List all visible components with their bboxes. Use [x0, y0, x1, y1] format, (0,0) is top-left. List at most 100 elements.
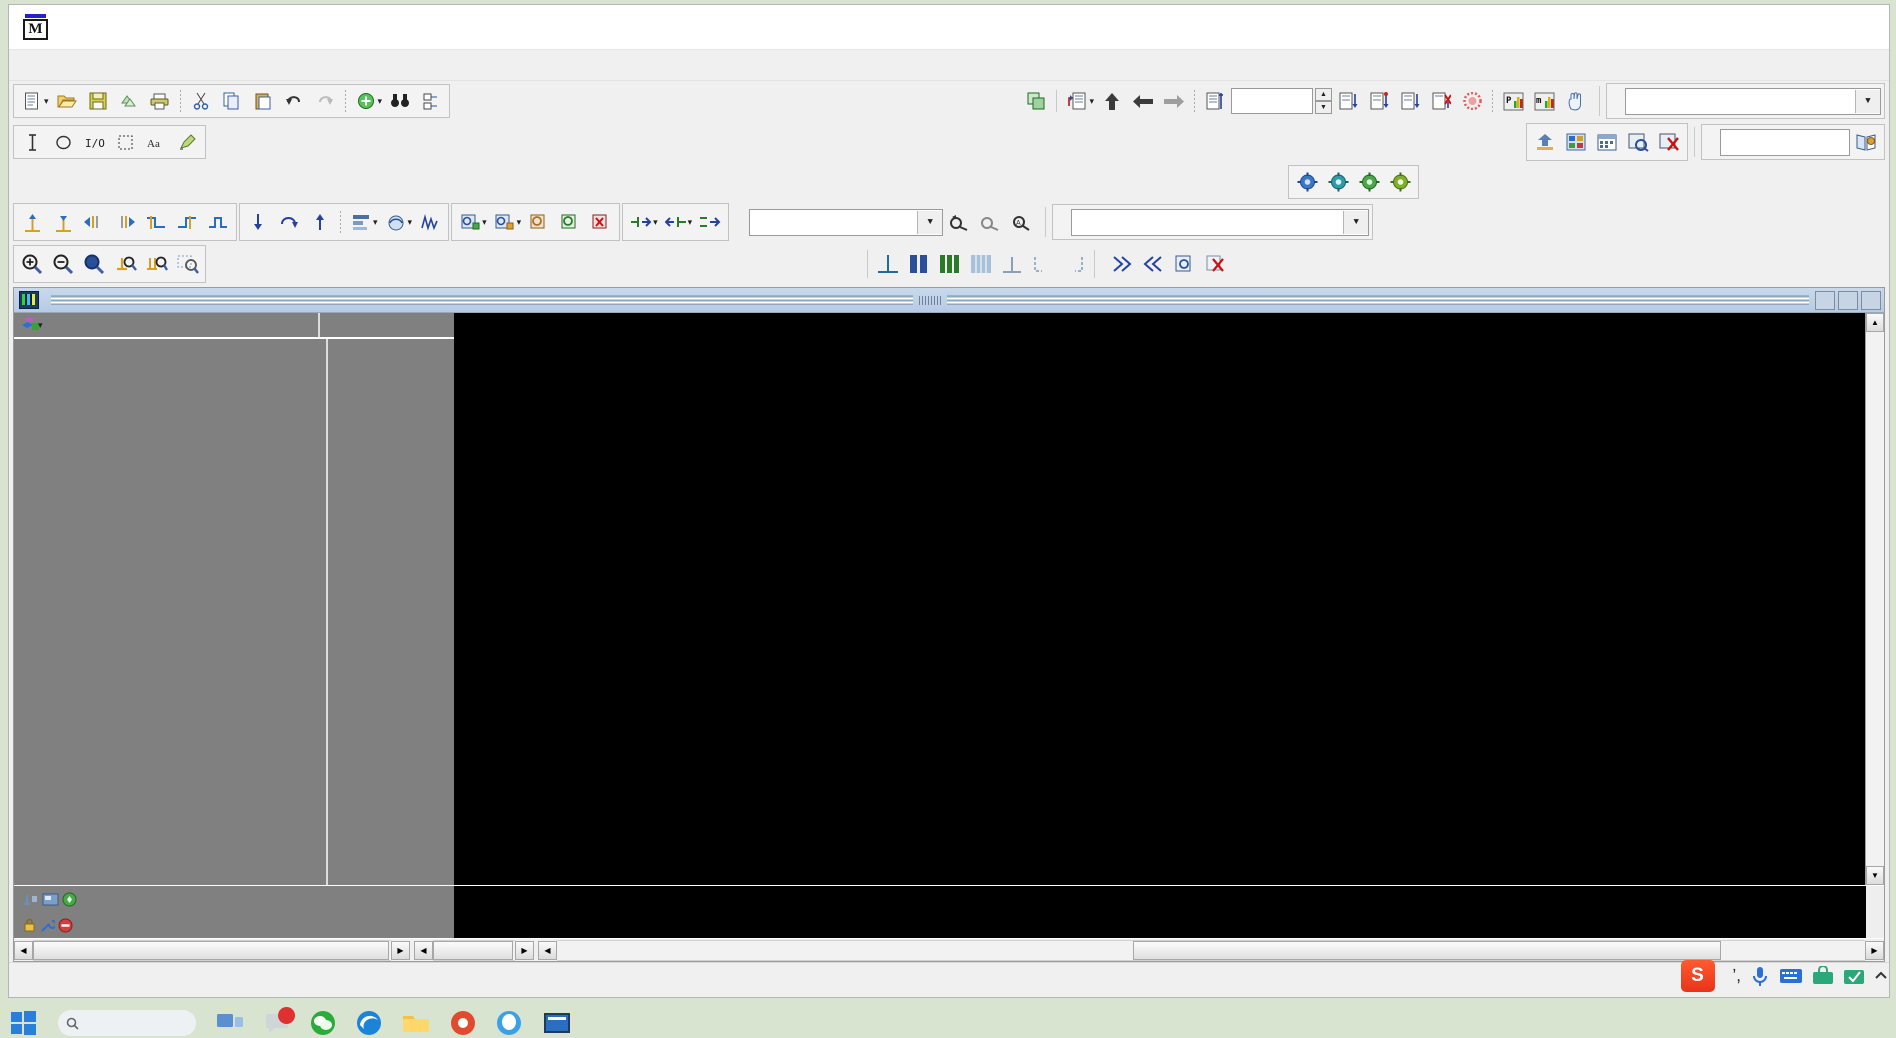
view-grid-dense-icon[interactable]: [966, 250, 996, 278]
names-scroll-left-icon[interactable]: ◀: [14, 940, 33, 960]
run-length-icon[interactable]: [1200, 87, 1230, 115]
time-ruler[interactable]: [454, 886, 1866, 938]
maximize-button[interactable]: [1785, 5, 1837, 49]
wechat-icon[interactable]: [310, 1010, 336, 1036]
run-length-up[interactable]: ▲: [1315, 88, 1332, 101]
save-icon[interactable]: [83, 87, 113, 115]
step-back-icon[interactable]: [1128, 87, 1158, 115]
bookmark-clear-icon[interactable]: [586, 208, 616, 236]
add-wave-icon[interactable]: [351, 87, 381, 115]
wave-scroll-right-icon[interactable]: ▶: [1865, 940, 1884, 960]
redo-icon[interactable]: [310, 87, 340, 115]
find-rising-edge-icon[interactable]: [172, 208, 202, 236]
find-next-transition-icon[interactable]: [110, 208, 140, 236]
find-any-edge-icon[interactable]: [203, 208, 233, 236]
find-binoculars-icon[interactable]: [385, 87, 415, 115]
paste-icon[interactable]: [248, 87, 278, 115]
layout-combo[interactable]: ▼: [1625, 87, 1881, 115]
collapse-cycle-icon[interactable]: [274, 208, 304, 236]
search-combo[interactable]: ▼: [749, 208, 944, 236]
pan-hand-icon[interactable]: [1560, 87, 1590, 115]
search-options-icon[interactable]: A: [1006, 208, 1036, 236]
edge-browser-icon[interactable]: [356, 1010, 382, 1036]
task-view-icon[interactable]: [216, 1011, 244, 1035]
view-two-pane-icon[interactable]: [904, 250, 934, 278]
run-length-down[interactable]: ▼: [1315, 101, 1332, 114]
expand-up-icon[interactable]: [305, 208, 335, 236]
view-single-pane-icon[interactable]: [873, 250, 903, 278]
columnlayout-combo[interactable]: ▼: [1071, 208, 1370, 236]
dataflow-expand-icon[interactable]: [1530, 128, 1560, 156]
compare-prev-diff-icon[interactable]: [1107, 250, 1137, 278]
qq-icon[interactable]: [496, 1010, 522, 1036]
help-book-icon[interactable]: [1851, 128, 1881, 156]
run-icon[interactable]: [1062, 87, 1092, 115]
columnlayout-chevron-down-icon[interactable]: ▼: [1343, 210, 1369, 234]
insert-io-icon[interactable]: I/O: [79, 128, 109, 156]
step-into-icon[interactable]: [1395, 87, 1425, 115]
cursor1-row[interactable]: [14, 912, 454, 938]
names-hscroll-track[interactable]: [33, 939, 391, 961]
wave-scroll-left-icon[interactable]: ◀: [538, 940, 557, 960]
wave-analog-icon[interactable]: [415, 208, 445, 236]
combine-signals-icon[interactable]: [695, 208, 725, 236]
values-scroll-left-icon[interactable]: ◀: [414, 940, 433, 960]
values-hscroll-track[interactable]: [433, 939, 515, 961]
bookmark-zoom-icon[interactable]: [524, 208, 554, 236]
expand-all-icon[interactable]: [243, 208, 273, 236]
signal-view-dropdown-icon[interactable]: ▾: [38, 320, 43, 331]
view-grid-right-icon[interactable]: [1059, 250, 1089, 278]
taskbar-search[interactable]: [58, 1010, 196, 1036]
zoom-in-icon[interactable]: [17, 250, 47, 278]
gear-blue-icon[interactable]: [1292, 168, 1322, 196]
copy-icon[interactable]: [217, 87, 247, 115]
values-scroll-right-icon[interactable]: ▶: [515, 940, 534, 960]
continue-run-icon[interactable]: [1097, 87, 1127, 115]
names-hscrollbar[interactable]: ◀ ▶: [14, 939, 410, 961]
toolbox-icon[interactable]: [1812, 966, 1834, 986]
zoom-range-icon[interactable]: [141, 250, 171, 278]
microphone-icon[interactable]: [1750, 965, 1770, 987]
sogou-ime-icon[interactable]: S: [1680, 960, 1715, 992]
wave-close-button[interactable]: [1861, 290, 1881, 310]
bookmark-goto-icon[interactable]: [490, 208, 520, 236]
gear-olive-icon[interactable]: [1385, 168, 1415, 196]
wave-hscroll-track[interactable]: [557, 939, 1865, 961]
menu-compile[interactable]: [85, 62, 107, 68]
view-grid-left-icon[interactable]: [1028, 250, 1058, 278]
find-falling-edge-icon[interactable]: [141, 208, 171, 236]
camera-app-icon[interactable]: [450, 1010, 476, 1036]
gear-teal-icon[interactable]: [1323, 168, 1353, 196]
print-icon[interactable]: [145, 87, 175, 115]
zoom-cursor-icon[interactable]: [110, 250, 140, 278]
undo-icon[interactable]: [279, 87, 309, 115]
values-hscroll-thumb[interactable]: [433, 940, 513, 960]
tray-chevron-up-icon[interactable]: [1874, 969, 1888, 983]
view-grid-sparse-icon[interactable]: [997, 250, 1027, 278]
titlebar-grip[interactable]: [919, 295, 941, 305]
run-all-icon[interactable]: [1333, 87, 1363, 115]
wave-hscroll-thumb[interactable]: [1132, 940, 1722, 960]
wave-restore-button[interactable]: [1838, 290, 1858, 310]
menu-add[interactable]: [129, 62, 151, 68]
cut-icon[interactable]: [186, 87, 216, 115]
dataflow-grid-icon[interactable]: [1561, 128, 1591, 156]
wave-radix-icon[interactable]: [381, 208, 411, 236]
help-search-input[interactable]: [1720, 128, 1850, 156]
scroll-up-arrow-icon[interactable]: ▲: [1866, 313, 1884, 332]
compile-all-icon[interactable]: [114, 87, 144, 115]
view-three-pane-icon[interactable]: [935, 250, 965, 278]
menu-bookmarks[interactable]: [217, 62, 239, 68]
wave-format-icon[interactable]: [346, 208, 376, 236]
insert-text-icon[interactable]: Aa: [141, 128, 171, 156]
menu-layout[interactable]: [195, 62, 217, 68]
menu-wave[interactable]: [151, 62, 173, 68]
windows-start-icon[interactable]: [10, 1010, 38, 1036]
insert-cursor2-icon[interactable]: [17, 208, 47, 236]
find-prev-transition-icon[interactable]: [79, 208, 109, 236]
keyboard-icon[interactable]: [1779, 966, 1803, 986]
menu-edit[interactable]: [41, 62, 63, 68]
step-forward-icon[interactable]: [1159, 87, 1189, 115]
hierarchy-icon[interactable]: [416, 87, 446, 115]
waveform-canvas[interactable]: [454, 313, 1865, 885]
